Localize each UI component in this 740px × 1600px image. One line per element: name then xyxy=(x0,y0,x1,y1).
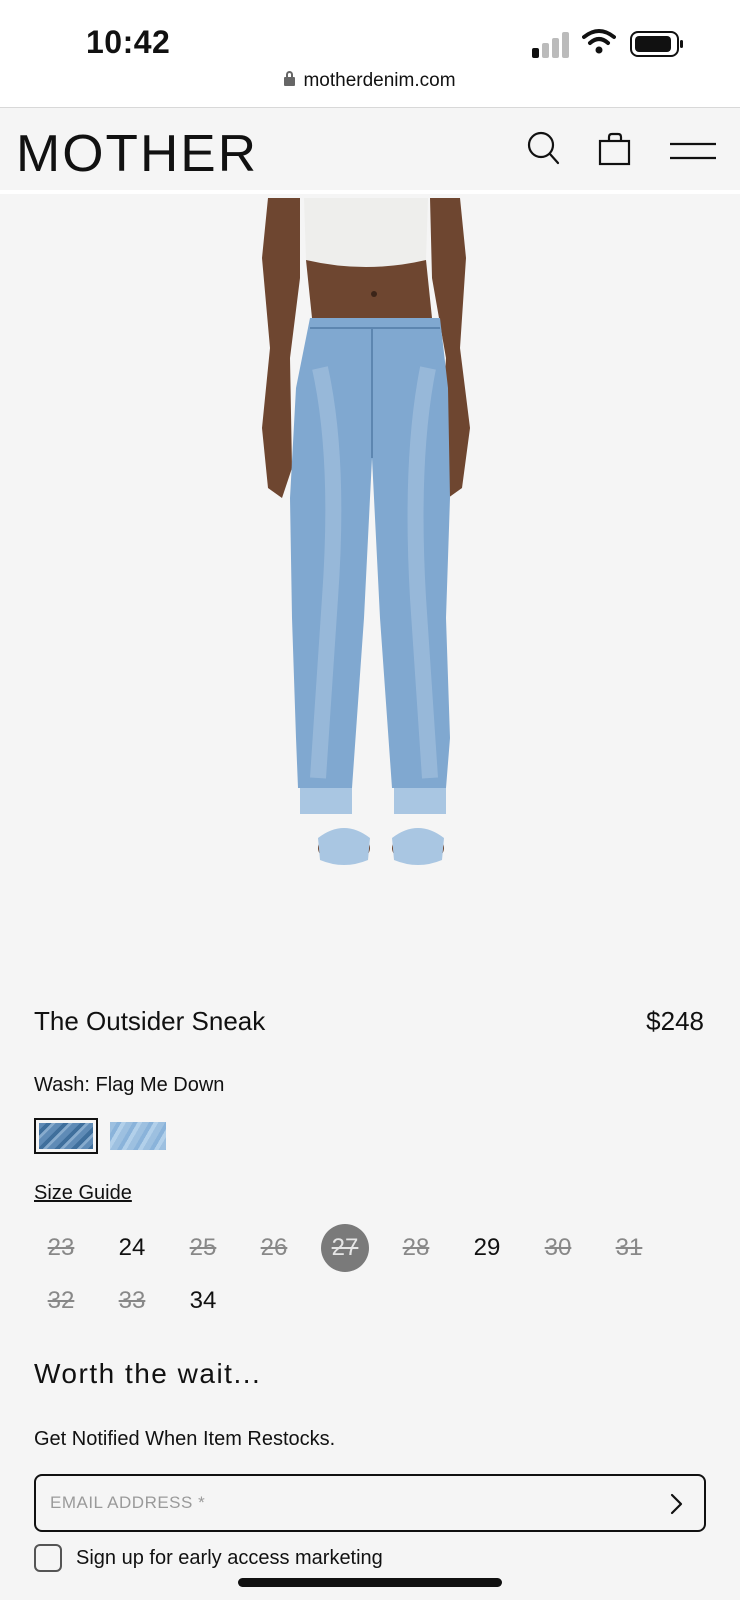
battery-icon xyxy=(630,31,683,57)
cellular-signal-icon xyxy=(532,32,572,58)
size-option[interactable]: 26 xyxy=(250,1224,298,1272)
product-image[interactable] xyxy=(0,198,740,958)
shopping-bag-icon[interactable] xyxy=(598,132,632,166)
size-option[interactable]: 34 xyxy=(179,1277,227,1325)
email-placeholder: EMAIL ADDRESS * xyxy=(50,1493,206,1512)
size-option[interactable]: 25 xyxy=(179,1224,227,1272)
size-option[interactable]: 28 xyxy=(392,1224,440,1272)
brand-logo[interactable]: MOTHER xyxy=(16,124,258,184)
size-option-selected[interactable]: 27 xyxy=(321,1224,369,1272)
status-time: 10:42 xyxy=(86,24,171,60)
address-bar[interactable]: motherdenim.com xyxy=(0,70,740,92)
search-icon[interactable] xyxy=(526,130,560,166)
size-option[interactable]: 29 xyxy=(463,1224,511,1272)
wash-swatch-selected[interactable] xyxy=(34,1118,98,1154)
size-option[interactable]: 32 xyxy=(37,1277,85,1325)
wash-label: Wash: Flag Me Down xyxy=(34,1074,225,1096)
size-option[interactable]: 31 xyxy=(605,1224,653,1272)
product-name: The Outsider Sneak xyxy=(34,1006,266,1036)
wash-swatch[interactable] xyxy=(110,1122,166,1150)
restock-subtext: Get Notified When Item Restocks. xyxy=(34,1428,336,1450)
restock-heading: Worth the wait... xyxy=(34,1358,262,1389)
marketing-checkbox[interactable] xyxy=(34,1544,62,1572)
url-text: motherdenim.com xyxy=(303,70,456,91)
size-option[interactable]: 30 xyxy=(534,1224,582,1272)
home-indicator xyxy=(238,1578,502,1587)
email-field[interactable]: EMAIL ADDRESS * xyxy=(34,1474,706,1532)
size-guide-link[interactable]: Size Guide xyxy=(34,1182,132,1205)
product-price: $248 xyxy=(646,1006,704,1036)
size-option[interactable]: 24 xyxy=(108,1224,156,1272)
size-option[interactable]: 23 xyxy=(37,1224,85,1272)
size-option[interactable]: 33 xyxy=(108,1277,156,1325)
status-bar: 10:42 motherdenim.com xyxy=(0,0,740,108)
marketing-checkbox-label: Sign up for early access marketing xyxy=(76,1547,383,1569)
lock-icon xyxy=(284,71,296,86)
site-header: MOTHER xyxy=(0,108,740,194)
chevron-right-icon[interactable] xyxy=(662,1490,690,1518)
menu-icon[interactable] xyxy=(670,142,716,162)
wifi-icon xyxy=(582,29,616,54)
